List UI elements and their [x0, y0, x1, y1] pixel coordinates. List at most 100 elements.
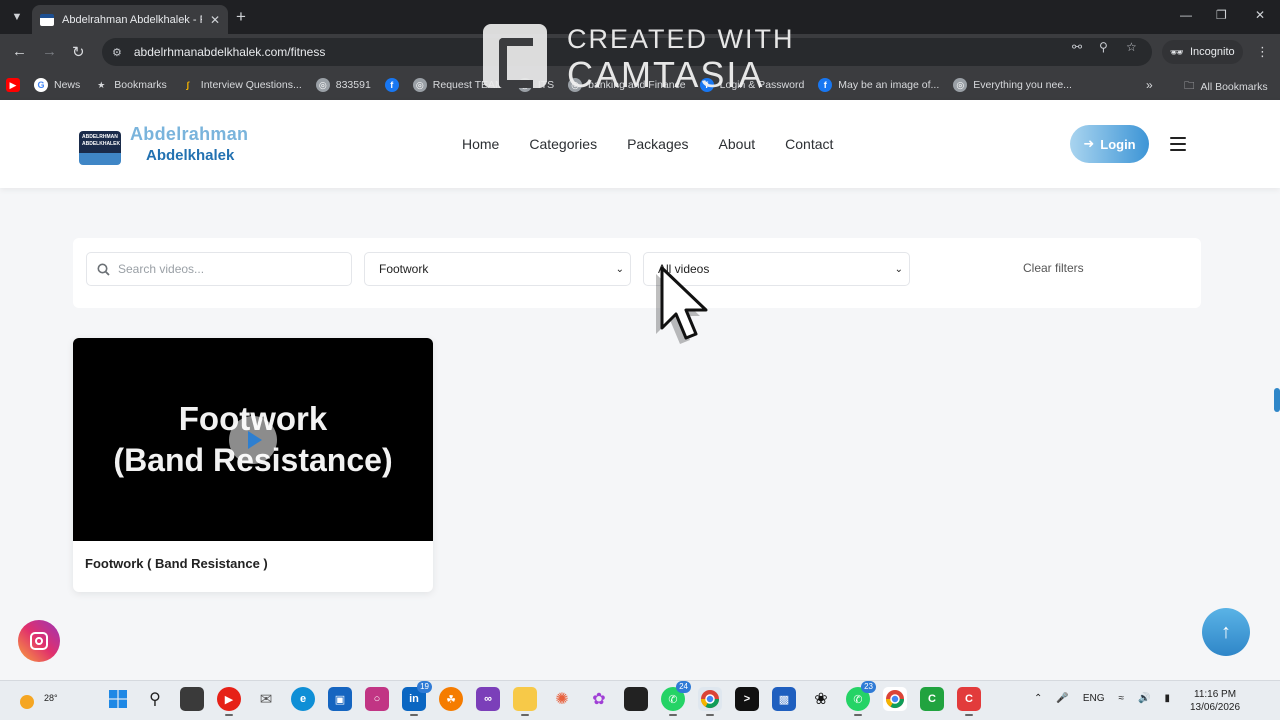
bookmark-item[interactable]: f Login & Password	[699, 78, 804, 92]
bookmark-item[interactable]: ∫ Interview Questions...	[181, 78, 302, 92]
more-bookmarks-icon[interactable]: »	[1146, 78, 1153, 92]
search-icon	[97, 263, 110, 276]
instagram-app-icon[interactable]: ○	[365, 687, 389, 711]
google-icon: G	[34, 78, 48, 92]
camtasia-icon[interactable]: C	[957, 687, 981, 716]
clear-filters-button[interactable]: Clear filters	[1023, 261, 1084, 275]
youtube-music-icon[interactable]: ▶	[217, 687, 241, 716]
minimize-icon[interactable]: —	[1180, 8, 1192, 22]
tab-search-chevron-icon[interactable]: ▼	[0, 0, 34, 34]
language-indicator[interactable]: ENG	[1083, 693, 1105, 704]
bookmark-item[interactable]: G News	[34, 78, 80, 92]
search-input[interactable]	[118, 262, 338, 276]
bookmark-item[interactable]: f May be an image of...	[818, 78, 939, 92]
mail-icon[interactable]: ✉	[254, 687, 278, 711]
volume-icon[interactable]: 🔊	[1138, 693, 1150, 704]
incognito-label: Incognito	[1189, 46, 1235, 58]
zoom-icon[interactable]: ⚲	[1099, 40, 1108, 54]
bookmark-item[interactable]: ◎ Everything you nee...	[953, 78, 1072, 92]
browser-tab-active[interactable]: Abdelrahman Abdelkhalek - Pe ✕	[32, 5, 228, 34]
instagram-button[interactable]	[18, 620, 60, 662]
hamburger-menu-icon[interactable]	[1170, 137, 1186, 151]
chatgpt-icon[interactable]: ❀	[809, 687, 833, 711]
restore-icon[interactable]: ❐	[1216, 8, 1227, 22]
scroll-to-top-button[interactable]: ↑	[1202, 608, 1250, 656]
bookmark-youtube[interactable]: ▶	[6, 78, 20, 92]
site-info-icon[interactable]: ⚙	[112, 46, 122, 59]
task-view-icon[interactable]	[180, 687, 204, 711]
taskbar-apps: ⚲ ▶ ✉ e ▣ ○ in 19 ☘ ∞ ✺ ✿ ✆ 24 > ▩ ❀ ✆ 23 C…	[106, 681, 981, 716]
all-bookmarks-button[interactable]: 🗀 All Bookmarks	[1184, 78, 1268, 96]
folder-icon: 🗀	[1184, 80, 1195, 92]
clock-date: 13/06/2026	[1190, 702, 1241, 713]
site-logo[interactable]: ABDELRHMAN ABDELKHALEK	[79, 131, 121, 165]
whatsapp-business-icon[interactable]: ✆ 23	[846, 681, 876, 716]
page-scrollbar[interactable]	[1274, 388, 1280, 412]
brand-line1: Abdelrahman	[130, 124, 249, 144]
category-select[interactable]: Footwork ⌄	[364, 252, 631, 286]
login-label: Login	[1100, 136, 1136, 152]
editor-icon[interactable]	[624, 687, 648, 711]
browser-menu-icon[interactable]: ⋮	[1256, 44, 1269, 60]
remote-desktop-icon[interactable]: ▩	[772, 687, 796, 711]
video-thumbnail[interactable]: Footwork (Band Resistance)	[73, 338, 433, 541]
bookmarks-bar: ▶ G News ★ Bookmarks ∫ Interview Questions.…	[0, 70, 1280, 100]
password-key-icon[interactable]: ⚯	[1072, 40, 1082, 54]
flower-app-icon[interactable]: ✿	[587, 687, 611, 711]
site-header: ABDELRHMAN ABDELKHALEK Abdelrahman Abdel…	[0, 100, 1280, 188]
incognito-indicator[interactable]: 🕶 Incognito	[1162, 40, 1243, 64]
tab-close-icon[interactable]: ✕	[210, 13, 220, 27]
nav-contact[interactable]: Contact	[785, 136, 833, 152]
brand-name[interactable]: Abdelrahman Abdelkhalek	[130, 124, 248, 164]
camtasia-recorder-icon[interactable]: C	[920, 687, 944, 711]
reload-icon[interactable]: ↻	[72, 43, 85, 61]
store-icon[interactable]: ▣	[328, 687, 352, 711]
linkedin-icon[interactable]: in 19	[402, 681, 432, 716]
back-icon[interactable]: ←	[12, 43, 27, 60]
chevron-down-icon: ⌄	[894, 263, 903, 275]
bookmark-item[interactable]: ◎ 833591	[315, 78, 371, 92]
video-card[interactable]: Footwork (Band Resistance) Footwork ( Ba…	[73, 338, 433, 592]
weather-temperature: 28°	[44, 693, 58, 703]
wifi-icon[interactable]: ≈	[1119, 693, 1125, 704]
main-nav: Home Categories Packages About Contact	[462, 136, 833, 152]
claude-icon[interactable]: ✺	[550, 687, 574, 711]
terminal-icon[interactable]: >	[735, 687, 759, 711]
visual-studio-icon[interactable]: ∞	[476, 687, 500, 711]
forward-icon[interactable]: →	[42, 43, 57, 60]
chrome-profile-icon[interactable]	[883, 687, 907, 711]
url-text: abdelrhmanabdelkhalek.com/fitness	[133, 45, 326, 59]
nav-home[interactable]: Home	[462, 136, 499, 152]
play-icon[interactable]	[229, 416, 277, 464]
bookmark-item[interactable]: f	[384, 78, 399, 92]
search-box[interactable]	[86, 252, 352, 286]
window-close-icon[interactable]: ✕	[1255, 8, 1265, 22]
login-button[interactable]: ➜ Login	[1070, 125, 1149, 163]
bookmark-item[interactable]: ◎ banking and Finance	[568, 78, 686, 92]
bookmark-item[interactable]: ★ Bookmarks	[94, 78, 167, 92]
bookmark-item[interactable]: ◎ ITS	[517, 78, 554, 92]
battery-icon[interactable]: ▮	[1164, 693, 1170, 704]
microphone-icon[interactable]: 🎤	[1056, 693, 1068, 704]
start-windows-icon[interactable]	[106, 687, 130, 711]
incognito-icon: 🕶	[1170, 46, 1184, 59]
bookmark-item[interactable]: ◎ Request TEAM	[412, 78, 504, 92]
chrome-icon[interactable]	[698, 687, 722, 716]
bookmark-star-icon[interactable]: ☆	[1126, 40, 1137, 54]
file-explorer-icon[interactable]	[513, 687, 537, 716]
nav-categories[interactable]: Categories	[529, 136, 597, 152]
edge-icon[interactable]: e	[291, 687, 315, 711]
taskbar-clock[interactable]: 11:16 PM 13/06/2026	[1190, 688, 1240, 714]
mouse-cursor-icon	[656, 266, 708, 344]
video-title[interactable]: Footwork ( Band Resistance )	[85, 556, 268, 571]
whatsapp-icon[interactable]: ✆ 24	[661, 681, 691, 716]
nav-packages[interactable]: Packages	[627, 136, 688, 152]
new-tab-icon[interactable]: +	[236, 7, 246, 27]
address-bar[interactable]: ⚙ abdelrhmanabdelkhalek.com/fitness	[102, 38, 1152, 66]
app-icon[interactable]: ☘	[439, 687, 463, 711]
weather-widget[interactable]: 28°	[18, 689, 58, 711]
search-icon[interactable]: ⚲	[143, 687, 167, 711]
nav-about[interactable]: About	[719, 136, 756, 152]
instagram-icon	[30, 632, 48, 650]
chevron-up-icon[interactable]: ⌃	[1034, 693, 1042, 704]
